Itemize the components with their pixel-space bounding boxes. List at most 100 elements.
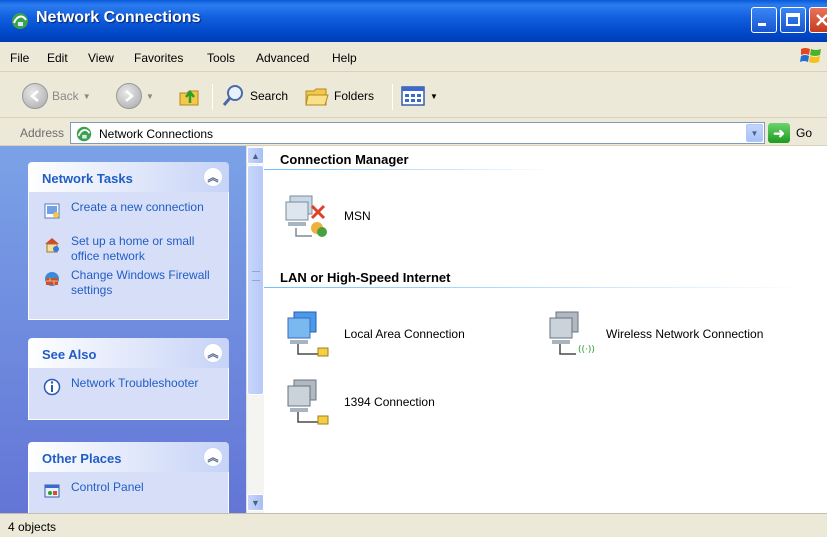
task-label: Set up a home or small office network: [71, 234, 195, 263]
window-title: Network Connections: [36, 9, 201, 26]
up-folder-icon: [179, 89, 199, 106]
task-home-network[interactable]: Set up a home or small office network: [29, 234, 228, 268]
menu-bar: File Edit View Favorites Tools Advanced …: [0, 42, 827, 72]
back-dropdown-icon[interactable]: ▼: [83, 92, 91, 101]
maximize-button[interactable]: [780, 7, 806, 33]
network-connections-icon: [12, 13, 28, 29]
scroll-down-button[interactable]: ▼: [247, 494, 264, 511]
task-label: Change Windows Firewall settings: [71, 268, 210, 297]
panel-title: Network Tasks: [42, 171, 133, 186]
back-arrow-icon: [22, 83, 48, 109]
search-icon: [222, 85, 243, 106]
wireless-connection-icon: ((·)): [549, 311, 595, 355]
maximize-icon: [786, 13, 800, 26]
address-bar: Address Network Connections ▼ ➜ Go: [0, 118, 827, 146]
info-icon: [43, 378, 61, 396]
connection-label: MSN: [344, 209, 371, 223]
menu-advanced[interactable]: Advanced: [256, 51, 309, 65]
forward-button[interactable]: ▼: [116, 82, 154, 110]
svg-text:((·)): ((·)): [578, 345, 595, 355]
address-input[interactable]: Network Connections ▼: [70, 122, 765, 144]
panel-body: Network Troubleshooter: [28, 368, 229, 420]
views-icon: [401, 86, 425, 106]
connections-view: Connection Manager MSN LAN or High-Speed…: [264, 146, 827, 513]
back-button[interactable]: Back ▼: [22, 82, 91, 110]
group-header-lan: LAN or High-Speed Internet: [280, 270, 451, 285]
control-panel-icon: [44, 484, 60, 498]
task-label: Create a new connection: [71, 200, 204, 214]
minimize-button[interactable]: [751, 7, 777, 33]
collapse-chevron-icon[interactable]: ︽: [203, 343, 223, 363]
home-network-icon: [45, 238, 59, 253]
task-create-connection[interactable]: Create a new connection: [29, 200, 228, 234]
close-button[interactable]: [809, 7, 827, 33]
firewall-icon: [45, 272, 59, 286]
panel-header[interactable]: Network Tasks ︽: [28, 162, 229, 192]
connection-label: Wireless Network Connection: [606, 327, 764, 341]
collapse-chevron-icon[interactable]: ︽: [203, 167, 223, 187]
views-dropdown-icon[interactable]: ▼: [430, 92, 438, 101]
connection-1394[interactable]: 1394 Connection: [282, 374, 435, 430]
go-label: Go: [796, 126, 813, 140]
menu-view[interactable]: View: [88, 51, 114, 65]
forward-arrow-icon: [116, 83, 142, 109]
menu-favorites[interactable]: Favorites: [134, 51, 183, 65]
search-label: Search: [250, 89, 289, 103]
toolbar: Back ▼ ▼ Search Folders ▼: [0, 72, 827, 118]
panel-title: Other Places: [42, 451, 122, 466]
search-button[interactable]: Search: [220, 82, 288, 110]
windows-logo-icon: [800, 48, 821, 63]
task-pane: Network Tasks ︽ Create a new connection: [0, 146, 246, 513]
address-value: Network Connections: [99, 127, 214, 141]
go-button[interactable]: ➜ Go: [768, 123, 812, 143]
panel-title: See Also: [42, 347, 97, 362]
see-also-panel: See Also ︽ Network Troubleshooter: [28, 338, 229, 420]
forward-dropdown-icon[interactable]: ▼: [146, 92, 154, 101]
address-dropdown-button[interactable]: ▼: [746, 124, 763, 142]
lan-connection-icon: [287, 379, 329, 425]
task-network-troubleshooter[interactable]: Network Troubleshooter: [29, 376, 228, 410]
menu-file[interactable]: File: [10, 51, 29, 65]
collapse-chevron-icon[interactable]: ︽: [203, 447, 223, 467]
other-places-panel: Other Places ︽ Control Panel: [28, 442, 229, 513]
folders-icon: [305, 88, 329, 106]
panel-header[interactable]: Other Places ︽: [28, 442, 229, 472]
close-icon: [816, 14, 827, 26]
status-bar: 4 objects: [0, 513, 827, 537]
menu-edit[interactable]: Edit: [47, 51, 68, 65]
scroll-up-button[interactable]: ▲: [247, 147, 264, 164]
toolbar-separator: [392, 84, 393, 110]
minimize-icon: [758, 23, 766, 26]
back-label: Back: [52, 89, 79, 103]
task-label: Network Troubleshooter: [71, 376, 199, 390]
menu-help[interactable]: Help: [332, 51, 357, 65]
menu-tools[interactable]: Tools: [207, 51, 235, 65]
explorer-window: Network Connections File Edit View Favor…: [0, 0, 827, 537]
connection-label: Local Area Connection: [344, 327, 465, 341]
task-firewall-settings[interactable]: Change Windows Firewall settings: [29, 268, 228, 302]
group-header-connection-manager: Connection Manager: [280, 152, 409, 167]
scroll-thumb[interactable]: [247, 165, 264, 395]
title-bar[interactable]: Network Connections: [0, 0, 827, 42]
network-tasks-panel: Network Tasks ︽ Create a new connection: [28, 162, 229, 320]
folders-button[interactable]: Folders: [304, 82, 374, 110]
folders-label: Folders: [334, 89, 375, 103]
up-folder-button[interactable]: [176, 82, 202, 110]
task-label: Control Panel: [71, 480, 144, 494]
panel-header[interactable]: See Also ︽: [28, 338, 229, 368]
go-arrow-icon: ➜: [768, 123, 790, 143]
task-control-panel[interactable]: Control Panel: [29, 480, 228, 513]
views-button[interactable]: ▼: [400, 82, 438, 110]
address-label: Address: [20, 126, 65, 140]
panel-body: Create a new connection Set up a home or…: [28, 192, 229, 320]
connection-local-area[interactable]: Local Area Connection: [282, 306, 465, 362]
group-divider: [264, 287, 804, 288]
toolbar-separator: [212, 84, 213, 110]
panel-body: Control Panel: [28, 472, 229, 513]
scroll-grip-icon: [252, 271, 260, 281]
status-text: 4 objects: [8, 520, 57, 534]
task-pane-scrollbar[interactable]: ▲ ▼: [246, 146, 264, 513]
connection-msn[interactable]: MSN: [282, 188, 371, 244]
group-divider: [264, 169, 554, 170]
connection-wireless[interactable]: ((·)) Wireless Network Connection: [544, 306, 763, 362]
